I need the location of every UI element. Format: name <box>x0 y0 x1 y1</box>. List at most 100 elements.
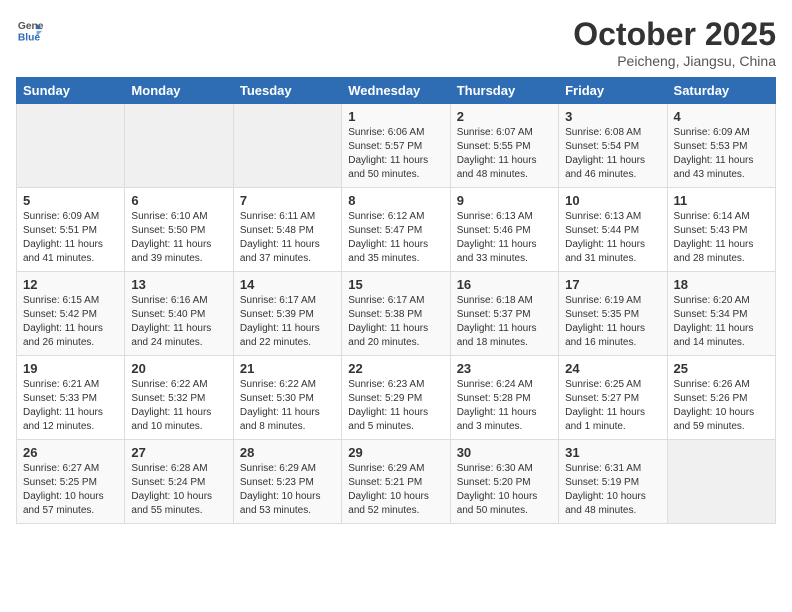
calendar-cell: 5 Sunrise: 6:09 AM Sunset: 5:51 PM Daylig… <box>17 188 125 272</box>
calendar-cell <box>667 440 775 524</box>
calendar-cell: 16Sunrise: 6:18 AM Sunset: 5:37 PM Dayli… <box>450 272 558 356</box>
day-number: 1 <box>348 109 443 124</box>
day-number: 12 <box>23 277 118 292</box>
month-title: October 2025 <box>573 16 776 53</box>
day-info: Sunrise: 6:06 AM Sunset: 5:57 PM Dayligh… <box>348 126 443 182</box>
day-number: 14 <box>240 277 335 292</box>
day-info: Sunrise: 6:20 AM Sunset: 5:34 PM Dayligh… <box>674 294 769 350</box>
day-number: 13 <box>131 277 226 292</box>
location-title: Peicheng, Jiangsu, China <box>573 53 776 69</box>
day-info: Sunrise: 6:29 AM Sunset: 5:21 PM Dayligh… <box>348 462 443 518</box>
day-number: 15 <box>348 277 443 292</box>
calendar-cell: 31 Sunrise: 6:31 AM Sunset: 5:19 PM Dayli… <box>559 440 667 524</box>
calendar-cell <box>125 104 233 188</box>
day-number: 4 <box>674 109 769 124</box>
calendar-cell: 12Sunrise: 6:15 AM Sunset: 5:42 PM Dayli… <box>17 272 125 356</box>
weekday-header-wednesday: Wednesday <box>342 78 450 104</box>
calendar-cell: 2 Sunrise: 6:07 AM Sunset: 5:55 PM Daylig… <box>450 104 558 188</box>
calendar-cell: 25 Sunrise: 6:26 AM Sunset: 5:26 PM Dayli… <box>667 356 775 440</box>
day-number: 27 <box>131 445 226 460</box>
day-number: 19 <box>23 361 118 376</box>
day-info: Sunrise: 6:08 AM Sunset: 5:54 PM Dayligh… <box>565 126 660 182</box>
day-info: Sunrise: 6:22 AM Sunset: 5:32 PM Dayligh… <box>131 378 226 434</box>
calendar-week-3: 12Sunrise: 6:15 AM Sunset: 5:42 PM Dayli… <box>17 272 776 356</box>
day-info: Sunrise: 6:13 AM Sunset: 5:46 PM Dayligh… <box>457 210 552 266</box>
calendar-cell: 14 Sunrise: 6:17 AM Sunset: 5:39 PM Dayli… <box>233 272 341 356</box>
day-info: Sunrise: 6:18 AM Sunset: 5:37 PM Dayligh… <box>457 294 552 350</box>
day-number: 6 <box>131 193 226 208</box>
day-info: Sunrise: 6:14 AM Sunset: 5:43 PM Dayligh… <box>674 210 769 266</box>
calendar-cell: 15 Sunrise: 6:17 AM Sunset: 5:38 PM Dayli… <box>342 272 450 356</box>
weekday-header-sunday: Sunday <box>17 78 125 104</box>
day-info: Sunrise: 6:17 AM Sunset: 5:39 PM Dayligh… <box>240 294 335 350</box>
calendar-cell: 6 Sunrise: 6:10 AM Sunset: 5:50 PM Daylig… <box>125 188 233 272</box>
calendar-cell: 19 Sunrise: 6:21 AM Sunset: 5:33 PM Dayli… <box>17 356 125 440</box>
calendar-table: SundayMondayTuesdayWednesdayThursdayFrid… <box>16 77 776 524</box>
day-number: 11 <box>674 193 769 208</box>
calendar-cell: 23Sunrise: 6:24 AM Sunset: 5:28 PM Dayli… <box>450 356 558 440</box>
day-number: 8 <box>348 193 443 208</box>
calendar-cell: 3Sunrise: 6:08 AM Sunset: 5:54 PM Daylig… <box>559 104 667 188</box>
calendar-cell: 7 Sunrise: 6:11 AM Sunset: 5:48 PM Daylig… <box>233 188 341 272</box>
day-number: 21 <box>240 361 335 376</box>
day-info: Sunrise: 6:13 AM Sunset: 5:44 PM Dayligh… <box>565 210 660 266</box>
weekday-header-saturday: Saturday <box>667 78 775 104</box>
calendar-cell: 30Sunrise: 6:30 AM Sunset: 5:20 PM Dayli… <box>450 440 558 524</box>
day-info: Sunrise: 6:21 AM Sunset: 5:33 PM Dayligh… <box>23 378 118 434</box>
calendar-cell: 27 Sunrise: 6:28 AM Sunset: 5:24 PM Dayli… <box>125 440 233 524</box>
day-number: 20 <box>131 361 226 376</box>
day-number: 28 <box>240 445 335 460</box>
calendar-week-2: 5 Sunrise: 6:09 AM Sunset: 5:51 PM Daylig… <box>17 188 776 272</box>
day-info: Sunrise: 6:17 AM Sunset: 5:38 PM Dayligh… <box>348 294 443 350</box>
calendar-cell: 18 Sunrise: 6:20 AM Sunset: 5:34 PM Dayli… <box>667 272 775 356</box>
day-number: 26 <box>23 445 118 460</box>
calendar-cell: 9Sunrise: 6:13 AM Sunset: 5:46 PM Daylig… <box>450 188 558 272</box>
calendar-cell: 20 Sunrise: 6:22 AM Sunset: 5:32 PM Dayli… <box>125 356 233 440</box>
day-info: Sunrise: 6:23 AM Sunset: 5:29 PM Dayligh… <box>348 378 443 434</box>
day-info: Sunrise: 6:25 AM Sunset: 5:27 PM Dayligh… <box>565 378 660 434</box>
calendar-cell: 29 Sunrise: 6:29 AM Sunset: 5:21 PM Dayli… <box>342 440 450 524</box>
weekday-header-thursday: Thursday <box>450 78 558 104</box>
logo: General Blue <box>16 16 44 44</box>
calendar-week-5: 26 Sunrise: 6:27 AM Sunset: 5:25 PM Dayli… <box>17 440 776 524</box>
day-number: 24 <box>565 361 660 376</box>
day-number: 29 <box>348 445 443 460</box>
day-info: Sunrise: 6:27 AM Sunset: 5:25 PM Dayligh… <box>23 462 118 518</box>
day-info: Sunrise: 6:30 AM Sunset: 5:20 PM Dayligh… <box>457 462 552 518</box>
weekday-header-tuesday: Tuesday <box>233 78 341 104</box>
day-number: 17 <box>565 277 660 292</box>
day-info: Sunrise: 6:10 AM Sunset: 5:50 PM Dayligh… <box>131 210 226 266</box>
day-info: Sunrise: 6:19 AM Sunset: 5:35 PM Dayligh… <box>565 294 660 350</box>
page-header: General Blue October 2025 Peicheng, Jian… <box>16 16 776 69</box>
calendar-cell <box>17 104 125 188</box>
day-info: Sunrise: 6:22 AM Sunset: 5:30 PM Dayligh… <box>240 378 335 434</box>
day-info: Sunrise: 6:16 AM Sunset: 5:40 PM Dayligh… <box>131 294 226 350</box>
day-number: 25 <box>674 361 769 376</box>
day-info: Sunrise: 6:12 AM Sunset: 5:47 PM Dayligh… <box>348 210 443 266</box>
calendar-cell: 1 Sunrise: 6:06 AM Sunset: 5:57 PM Daylig… <box>342 104 450 188</box>
calendar-cell: 28 Sunrise: 6:29 AM Sunset: 5:23 PM Dayli… <box>233 440 341 524</box>
day-number: 2 <box>457 109 552 124</box>
calendar-cell: 10Sunrise: 6:13 AM Sunset: 5:44 PM Dayli… <box>559 188 667 272</box>
day-info: Sunrise: 6:31 AM Sunset: 5:19 PM Dayligh… <box>565 462 660 518</box>
calendar-cell: 11 Sunrise: 6:14 AM Sunset: 5:43 PM Dayli… <box>667 188 775 272</box>
day-info: Sunrise: 6:07 AM Sunset: 5:55 PM Dayligh… <box>457 126 552 182</box>
weekday-header-friday: Friday <box>559 78 667 104</box>
day-number: 18 <box>674 277 769 292</box>
day-info: Sunrise: 6:11 AM Sunset: 5:48 PM Dayligh… <box>240 210 335 266</box>
day-number: 7 <box>240 193 335 208</box>
day-number: 5 <box>23 193 118 208</box>
day-info: Sunrise: 6:29 AM Sunset: 5:23 PM Dayligh… <box>240 462 335 518</box>
weekday-header-row: SundayMondayTuesdayWednesdayThursdayFrid… <box>17 78 776 104</box>
day-info: Sunrise: 6:28 AM Sunset: 5:24 PM Dayligh… <box>131 462 226 518</box>
calendar-cell: 24 Sunrise: 6:25 AM Sunset: 5:27 PM Dayli… <box>559 356 667 440</box>
day-info: Sunrise: 6:24 AM Sunset: 5:28 PM Dayligh… <box>457 378 552 434</box>
title-block: October 2025 Peicheng, Jiangsu, China <box>573 16 776 69</box>
calendar-cell <box>233 104 341 188</box>
calendar-cell: 26 Sunrise: 6:27 AM Sunset: 5:25 PM Dayli… <box>17 440 125 524</box>
day-number: 31 <box>565 445 660 460</box>
day-info: Sunrise: 6:26 AM Sunset: 5:26 PM Dayligh… <box>674 378 769 434</box>
calendar-cell: 22Sunrise: 6:23 AM Sunset: 5:29 PM Dayli… <box>342 356 450 440</box>
calendar-week-1: 1 Sunrise: 6:06 AM Sunset: 5:57 PM Daylig… <box>17 104 776 188</box>
day-info: Sunrise: 6:09 AM Sunset: 5:51 PM Dayligh… <box>23 210 118 266</box>
